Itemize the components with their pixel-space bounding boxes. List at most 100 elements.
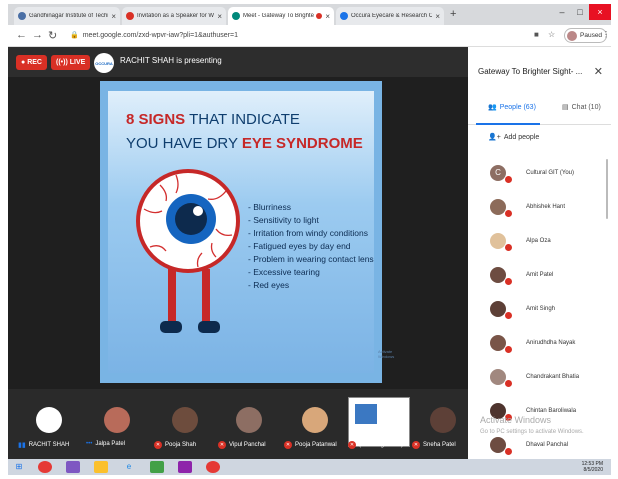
mic-muted-icon: ✕	[412, 441, 420, 449]
list-item[interactable]: C Cultural GIT (You)	[468, 159, 611, 193]
people-panel: Gateway To Brighter Sight- ... ✕ 👥 People…	[468, 47, 611, 459]
participant-tile[interactable]: ▮▮ RACHIT SHAH	[18, 389, 82, 459]
reload-icon[interactable]: ↻	[48, 29, 57, 42]
mic-muted-icon: ✕	[284, 441, 292, 449]
list-item: - Excessive tearing	[248, 267, 320, 277]
meet-header: ● REC ((•)) LIVE OCCURA RACHIT SHAH is p…	[8, 47, 468, 77]
gmail-icon	[126, 12, 134, 20]
list-item: - Irritation from windy conditions	[248, 228, 368, 238]
list-item: - Problem in wearing contact lens	[248, 254, 374, 264]
favicon-icon	[18, 12, 26, 20]
list-item[interactable]: Amit Patel	[468, 261, 611, 295]
close-tab-icon[interactable]: ×	[217, 12, 222, 21]
people-icon: 👥	[488, 104, 497, 111]
mic-muted-icon	[504, 345, 513, 354]
mic-muted-icon: ✕	[218, 441, 226, 449]
app-icon[interactable]	[178, 461, 192, 473]
list-item: - Blurriness	[248, 202, 291, 212]
participant-tile[interactable]: ✕ (suman gidwani)	[348, 389, 412, 459]
audio-level-icon: ▮▮	[18, 442, 26, 449]
participant-tile[interactable]: ••• Jalpa Patel	[86, 389, 150, 459]
mic-muted-icon	[504, 311, 513, 320]
symptom-list: - Blurriness - Sensitivity to light - Ir…	[248, 201, 374, 292]
avatar	[104, 407, 130, 433]
chat-icon: ▤	[562, 104, 569, 111]
avatar	[430, 407, 456, 433]
avatar	[236, 407, 262, 433]
participant-tile[interactable]: ✕ Sneha Patel	[412, 389, 476, 459]
presented-slide: 8 SIGNS THAT INDICATE YOU HAVE DRY EYE S…	[100, 81, 394, 383]
star-icon[interactable]: ☆	[548, 30, 555, 39]
lock-icon: 🔒	[70, 32, 79, 39]
forward-arrow-icon[interactable]: →	[32, 29, 43, 41]
close-window-icon[interactable]: ×	[589, 4, 611, 20]
slide-watermark: Activate Windows	[378, 349, 395, 359]
windows-start-icon[interactable]: ⊞	[12, 461, 26, 473]
tab-gandhinagar[interactable]: Gandhinagar Institute of Technol ×	[14, 7, 120, 25]
occura-logo	[36, 407, 62, 433]
tab-invitation[interactable]: Invitation as a Speaker for Webi ×	[122, 7, 226, 25]
mic-muted-icon	[504, 209, 513, 218]
close-icon[interactable]: ✕	[594, 65, 603, 78]
tab-people[interactable]: 👥 People (63)	[488, 103, 536, 112]
tab-meet[interactable]: Meet - Gateway To Brighter ×	[228, 7, 334, 25]
tab-chat[interactable]: ▤ Chat (10)	[562, 103, 601, 112]
app-icon[interactable]	[66, 461, 80, 473]
activate-windows-watermark: Activate Windows Go to PC settings to ac…	[480, 415, 584, 435]
close-tab-icon[interactable]: ×	[435, 12, 440, 21]
list-item: - Sensitivity to light	[248, 215, 319, 225]
close-tab-icon[interactable]: ×	[325, 12, 330, 21]
avatar	[567, 30, 577, 41]
browser-toolbar: ← → ↻ 🔒 meet.google.com/zxd-wpvr-iaw?pli…	[8, 25, 611, 47]
mic-muted-icon	[504, 175, 513, 184]
mic-muted-icon	[504, 379, 513, 388]
rec-badge: ● REC	[16, 55, 47, 70]
meet-icon	[232, 12, 240, 20]
list-item[interactable]: Alpa Oza	[468, 227, 611, 261]
participant-tile[interactable]: ✕ Vipul Panchal	[218, 389, 282, 459]
minimize-icon[interactable]: –	[553, 4, 571, 20]
camera-icon[interactable]: ■	[534, 30, 539, 39]
chrome-icon[interactable]	[206, 461, 220, 473]
menu-icon[interactable]: ⋮	[602, 30, 610, 39]
profile-button[interactable]: Paused	[564, 28, 608, 43]
panel-title: Gateway To Brighter Sight- ...	[478, 67, 583, 76]
presentation-stage: 8 SIGNS THAT INDICATE YOU HAVE DRY EYE S…	[8, 77, 468, 389]
add-people-button[interactable]: 👤+ Add people	[488, 133, 539, 141]
internet-explorer-icon[interactable]: e	[122, 461, 136, 473]
chrome-icon[interactable]	[38, 461, 52, 473]
participant-tile[interactable]: ✕ Pooja Patanwal	[284, 389, 348, 459]
list-item[interactable]: Chandrakant Bhatia	[468, 363, 611, 397]
close-tab-icon[interactable]: ×	[111, 12, 116, 21]
panel-tabs: 👥 People (63) ▤ Chat (10)	[468, 97, 611, 125]
tab-occura[interactable]: Occura Eyecare & Research Cent ×	[336, 7, 444, 25]
list-item[interactable]: Anirudhdha Nayak	[468, 329, 611, 363]
slide-title-line1: 8 SIGNS THAT INDICATE	[126, 111, 300, 128]
address-bar[interactable]: 🔒 meet.google.com/zxd-wpvr-iaw?pli=1&aut…	[70, 29, 510, 43]
avatar	[172, 407, 198, 433]
system-tray[interactable]: 12:53 PM 8/5/2020	[582, 461, 603, 473]
file-explorer-icon[interactable]	[94, 461, 108, 473]
list-item[interactable]: Abhishek Hant	[468, 193, 611, 227]
window-controls: – □ ×	[553, 4, 611, 22]
back-arrow-icon[interactable]: ←	[16, 29, 27, 41]
new-tab-icon[interactable]: +	[450, 8, 456, 20]
maximize-icon[interactable]: □	[571, 4, 589, 20]
app-icon[interactable]	[150, 461, 164, 473]
panel-scrollbar[interactable]	[606, 159, 608, 219]
list-item[interactable]: Amit Singh	[468, 295, 611, 329]
windows-taskbar: ⊞ e 12:53 PM 8/5/2020	[8, 459, 611, 475]
mic-muted-icon: ✕	[154, 441, 162, 449]
slide-title-line2: YOU HAVE DRY EYE SYNDROME	[126, 135, 363, 152]
mic-muted-icon	[504, 243, 513, 252]
avatar	[302, 407, 328, 433]
live-badge: ((•)) LIVE	[51, 55, 91, 70]
mic-muted-icon: ✕	[348, 441, 356, 449]
cartoon-eye-illustration	[136, 169, 240, 333]
list-item: - Red eyes	[248, 280, 290, 290]
participant-tile[interactable]: ✕ Pooja Shah	[154, 389, 218, 459]
browser-window: Gandhinagar Institute of Technol × Invit…	[8, 4, 611, 475]
presenter-label: RACHIT SHAH is presenting	[120, 56, 222, 65]
list-item: - Fatigued eyes by day end	[248, 241, 351, 251]
mic-muted-icon	[504, 277, 513, 286]
